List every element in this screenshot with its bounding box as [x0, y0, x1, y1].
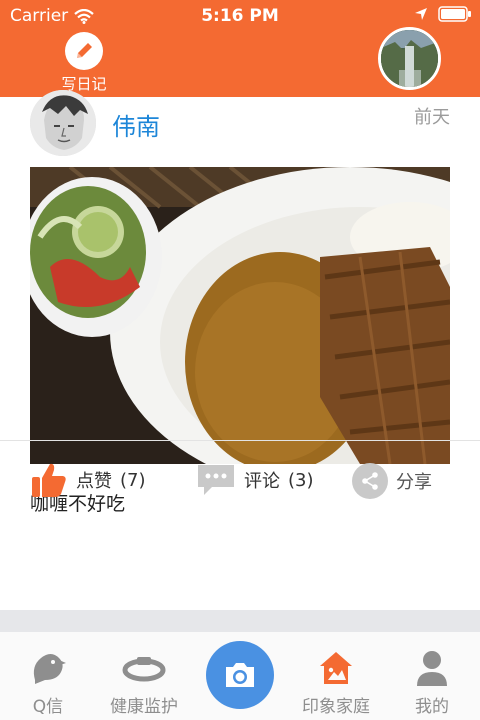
like-button[interactable]: 点赞 (7): [30, 461, 146, 499]
post-photo[interactable]: [30, 167, 450, 464]
thumbs-up-icon: [32, 463, 66, 497]
tab-label-qxin: Q信: [32, 697, 64, 717]
waterfall-avatar-image: [381, 30, 438, 87]
wristband-icon: [122, 657, 166, 682]
comment-bubble-icon: [198, 465, 234, 495]
battery-icon: [438, 6, 471, 22]
profile-avatar-button[interactable]: [378, 27, 441, 90]
share-button[interactable]: 分享: [352, 463, 432, 499]
status-time: 5:16 PM: [201, 6, 279, 26]
camera-icon: [226, 663, 254, 687]
pencil-icon: [65, 32, 103, 70]
sketch-portrait-image: [30, 90, 96, 156]
comment-count: (3): [288, 469, 314, 491]
author-avatar[interactable]: [30, 90, 96, 156]
tab-family-impression[interactable]: 印象家庭: [288, 632, 384, 720]
share-label: 分享: [396, 472, 432, 493]
comment-label: 评论: [244, 471, 280, 492]
section-separator: [0, 610, 480, 632]
person-icon: [417, 651, 447, 686]
chat-bird-icon: [33, 654, 66, 684]
like-label: 点赞: [76, 471, 112, 492]
tab-label-mine: 我的: [415, 697, 449, 717]
tab-health-monitor[interactable]: 健康监护: [96, 632, 192, 720]
post-actions: 点赞 (7) 评论 (3) 分享: [0, 441, 480, 513]
tab-label-health: 健康监护: [110, 697, 178, 717]
tab-mine[interactable]: 我的: [384, 632, 480, 720]
write-diary-button[interactable]: 写日记: [56, 32, 112, 94]
location-arrow-icon: [415, 8, 427, 20]
comment-button[interactable]: 评论 (3): [196, 463, 314, 497]
author-name[interactable]: 伟南: [112, 107, 160, 142]
status-right-icons: [414, 6, 472, 22]
tab-label-family: 印象家庭: [302, 697, 370, 717]
share-icon: [352, 463, 388, 499]
post-timestamp: 前天: [414, 107, 450, 128]
tab-qxin[interactable]: Q信: [0, 632, 96, 720]
camera-button[interactable]: [206, 641, 274, 709]
house-picture-icon: [320, 652, 352, 684]
top-header: Carrier 5:16 PM 写日记: [0, 0, 480, 97]
curry-photo-image: [30, 167, 450, 464]
like-count: (7): [120, 469, 146, 491]
